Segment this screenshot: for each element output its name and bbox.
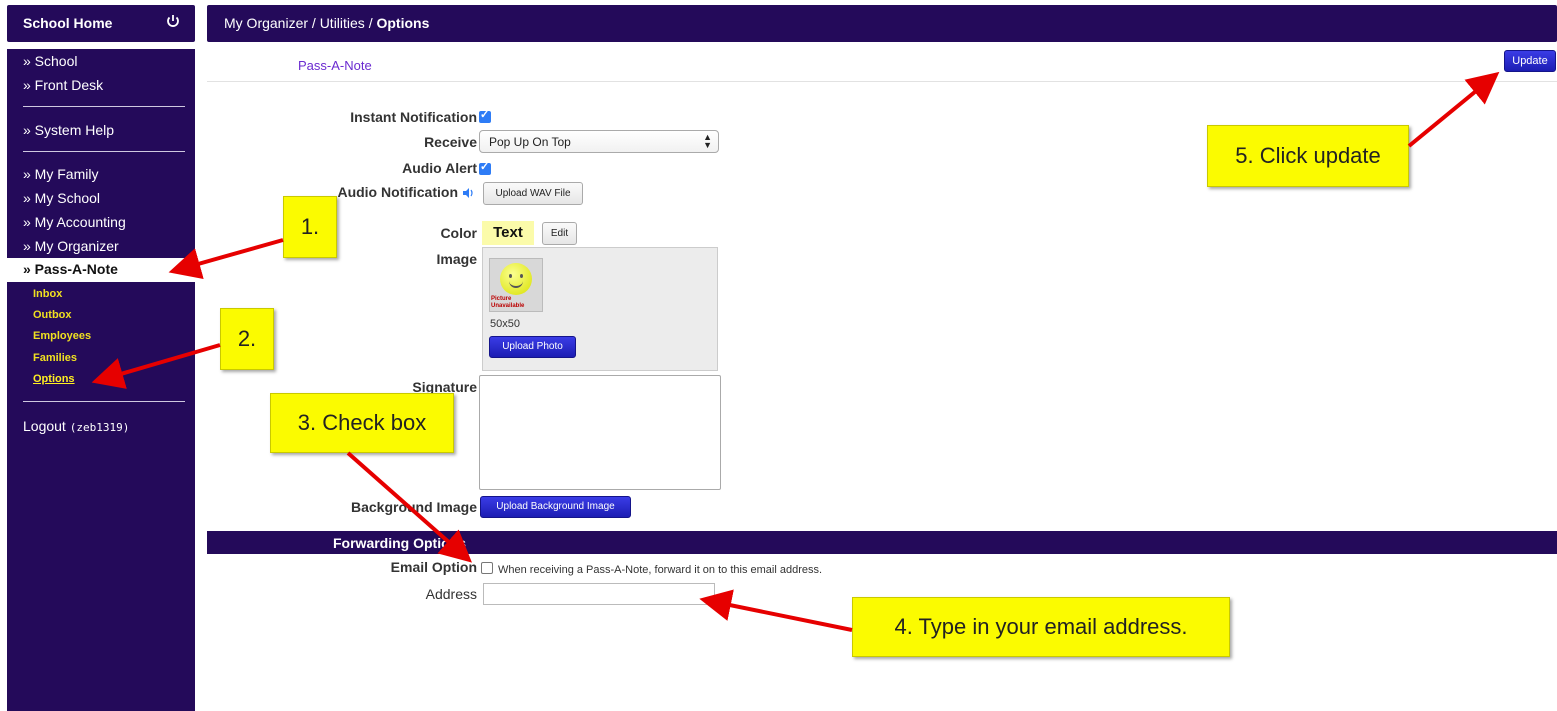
arrow-to-address — [699, 589, 853, 632]
breadcrumb: My Organizer / Utilities / Options — [224, 15, 429, 31]
color-sample: Text — [482, 221, 534, 245]
audio-alert-label: Audio Alert — [402, 160, 477, 176]
subnav-inbox[interactable]: Inbox — [33, 288, 62, 300]
sidebar-divider — [23, 106, 185, 107]
logout-link[interactable]: Logout (zeb1319) — [23, 418, 129, 434]
sidebar-item-pass-a-note[interactable]: » Pass-A-Note — [7, 258, 195, 282]
callout-2: 2. — [220, 308, 274, 370]
sidebar: » School » Front Desk » System Help » My… — [7, 49, 195, 711]
image-size-text: 50x50 — [490, 318, 520, 330]
callout-4: 4. Type in your email address. — [852, 597, 1230, 657]
callout-2-text: 2. — [237, 326, 257, 351]
sidebar-active-label: » Pass-A-Note — [23, 261, 118, 277]
update-button[interactable]: Update — [1504, 50, 1556, 72]
sidebar-divider — [23, 401, 185, 402]
sidebar-title[interactable]: School Home — [23, 15, 112, 31]
subnav-options[interactable]: Options — [33, 373, 75, 385]
power-icon[interactable] — [165, 13, 181, 29]
callout-3-text: 3. Check box — [297, 410, 427, 435]
callout-3: 3. Check box — [270, 393, 454, 453]
smiley-icon — [500, 263, 532, 295]
receive-select[interactable]: Pop Up On Top ▲ ▼ — [479, 130, 719, 153]
sidebar-item-my-school[interactable]: » My School — [23, 190, 100, 206]
subnav-families[interactable]: Families — [33, 352, 77, 364]
receive-select-value: Pop Up On Top — [489, 135, 571, 149]
page-subtitle: Pass-A-Note — [298, 58, 372, 73]
callout-5-text: 5. Click update — [1235, 143, 1381, 168]
image-thumbnail: Picture Unavailable — [489, 258, 543, 312]
sidebar-item-my-accounting[interactable]: » My Accounting — [23, 214, 126, 230]
breadcrumb-bar: My Organizer / Utilities / Options — [207, 5, 1557, 42]
subnav-employees[interactable]: Employees — [33, 330, 91, 342]
upload-background-button[interactable]: Upload Background Image — [480, 496, 631, 518]
sidebar-item-school[interactable]: » School — [23, 53, 77, 69]
signature-textarea[interactable] — [479, 375, 721, 490]
color-edit-button[interactable]: Edit — [542, 222, 577, 245]
arrow-to-pass-a-note — [168, 238, 284, 280]
select-arrows-icon: ▲ ▼ — [703, 132, 712, 150]
callout-4-text: 4. Type in your email address. — [894, 614, 1188, 639]
instant-notification-label: Instant Notification — [350, 109, 477, 125]
forwarding-title: Forwarding Options — [333, 535, 466, 551]
background-image-label: Background Image — [350, 499, 477, 515]
sidebar-divider — [23, 151, 185, 152]
email-option-note: When receiving a Pass-A-Note, forward it… — [498, 564, 823, 576]
upload-wav-button[interactable]: Upload WAV File — [483, 182, 583, 205]
receive-label: Receive — [424, 134, 477, 150]
logout-user: (zeb1319) — [69, 421, 130, 434]
callout-1: 1. — [283, 196, 337, 258]
breadcrumb-current: Options — [376, 15, 430, 31]
callout-5: 5. Click update — [1207, 125, 1409, 187]
forwarding-section-header: Forwarding Options — [207, 531, 1557, 554]
arrow-to-update — [1407, 71, 1500, 148]
sidebar-item-my-family[interactable]: » My Family — [23, 166, 98, 182]
address-label: Address — [425, 586, 477, 602]
image-label: Image — [436, 251, 477, 267]
email-option-checkbox[interactable] — [481, 562, 493, 574]
thumbnail-caption: Picture Unavailable — [491, 296, 525, 309]
sidebar-item-front-desk[interactable]: » Front Desk — [23, 77, 103, 93]
breadcrumb-path[interactable]: My Organizer / Utilities / — [224, 15, 376, 31]
audio-notification-label: Audio Notification — [337, 184, 458, 200]
sidebar-header: School Home — [7, 5, 195, 42]
speaker-icon[interactable] — [462, 187, 476, 199]
upload-photo-button[interactable]: Upload Photo — [489, 336, 576, 358]
callout-1-text: 1. — [300, 214, 320, 239]
sidebar-item-my-organizer[interactable]: » My Organizer — [23, 238, 119, 254]
email-address-input[interactable] — [483, 583, 715, 605]
logout-label: Logout — [23, 418, 66, 434]
email-option-label: Email Option — [390, 559, 477, 575]
sidebar-item-system-help[interactable]: » System Help — [23, 122, 114, 138]
subtitle-divider — [207, 81, 1557, 82]
subnav-outbox[interactable]: Outbox — [33, 309, 72, 321]
color-label: Color — [440, 225, 477, 241]
instant-notification-checkbox[interactable] — [479, 108, 491, 123]
audio-alert-checkbox[interactable] — [479, 160, 491, 175]
